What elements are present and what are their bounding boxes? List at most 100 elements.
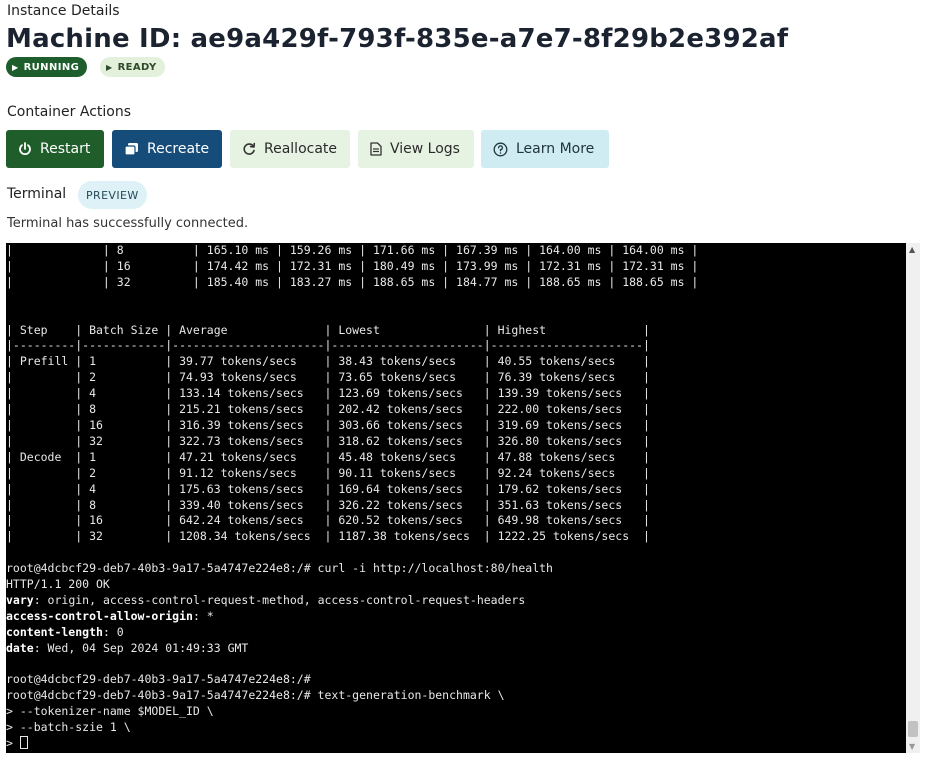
terminal-line-text: : *	[192, 608, 214, 623]
terminal-output: | | 8 | 165.10 ms | 159.26 ms | 171.66 m…	[6, 243, 906, 752]
terminal-line-text: | | 2 | 74.93 tokens/secs | 73.65 tokens…	[6, 370, 650, 385]
terminal-line	[6, 291, 906, 307]
scroll-down-arrow-icon[interactable]: ▼	[909, 742, 915, 751]
terminal-line	[6, 307, 906, 323]
status-badge-ready: ▶ READY	[100, 57, 165, 77]
terminal-line: | | 8 | 165.10 ms | 159.26 ms | 171.66 m…	[6, 243, 906, 259]
terminal-line: | | 16 | 642.24 tokens/secs | 620.52 tok…	[6, 513, 906, 529]
terminal-line-text: > --batch-szie 1 \	[6, 720, 131, 735]
copy-icon	[124, 142, 139, 156]
terminal-line-text: | | 8 | 165.10 ms | 159.26 ms | 171.66 m…	[6, 243, 699, 257]
terminal-line: | | 2 | 91.12 tokens/secs | 90.11 tokens…	[6, 466, 906, 482]
terminal-line: > --batch-szie 1 \	[6, 720, 906, 736]
section-label-container-actions: Container Actions	[7, 104, 132, 120]
header-key: vary	[6, 592, 34, 607]
power-icon	[18, 142, 32, 156]
restart-button-label: Restart	[40, 141, 91, 157]
terminal-line-text	[6, 307, 13, 321]
header-key: content-length	[6, 624, 103, 639]
terminal-cursor	[19, 736, 28, 750]
terminal-line: content-length: 0	[6, 625, 906, 641]
terminal-line-text: | | 16 | 174.42 ms | 172.31 ms | 180.49 …	[6, 258, 699, 273]
terminal-line: access-control-allow-origin: *	[6, 609, 906, 625]
terminal-scrollbar[interactable]: ▲ ▼	[906, 243, 920, 753]
section-label-terminal: Terminal	[7, 186, 67, 202]
terminal-line-text: root@4dcbcf29-deb7-40b3-9a17-5a4747e224e…	[6, 561, 553, 576]
terminal-line-text: : origin, access-control-request-method,…	[33, 592, 526, 607]
terminal-line-text	[6, 545, 13, 559]
terminal-line-text: root@4dcbcf29-deb7-40b3-9a17-5a4747e224e…	[6, 672, 311, 687]
terminal-line-text: | | 16 | 316.39 tokens/secs | 303.66 tok…	[6, 417, 650, 432]
recreate-button-label: Recreate	[147, 141, 210, 157]
preview-badge: PREVIEW	[78, 181, 147, 209]
refresh-icon	[242, 142, 256, 156]
terminal-line: | | 8 | 339.40 tokens/secs | 326.22 toke…	[6, 498, 906, 514]
terminal-line: | | 16 | 174.42 ms | 172.31 ms | 180.49 …	[6, 259, 906, 275]
terminal-line-text: | | 16 | 642.24 tokens/secs | 620.52 tok…	[6, 513, 650, 528]
terminal-line: | | 2 | 74.93 tokens/secs | 73.65 tokens…	[6, 370, 906, 386]
page-title: Machine ID: ae9a429f-793f-835e-a7e7-8f29…	[6, 24, 789, 54]
restart-button[interactable]: Restart	[6, 130, 104, 168]
scrollbar-thumb[interactable]	[908, 721, 918, 737]
terminal-line-text: | | 8 | 215.21 tokens/secs | 202.42 toke…	[6, 402, 650, 417]
terminal-line-text: |---------|------------|----------------…	[6, 338, 650, 353]
learn-more-button-label: Learn More	[516, 141, 595, 157]
status-badge-label: READY	[117, 61, 157, 73]
terminal-status-text: Terminal has successfully connected.	[7, 216, 249, 231]
recreate-button[interactable]: Recreate	[112, 130, 222, 168]
terminal-line-text: HTTP/1.1 200 OK	[6, 577, 110, 592]
header-key: access-control-allow-origin	[6, 608, 193, 623]
terminal-line: | Step | Batch Size | Average | Lowest |…	[6, 323, 906, 339]
terminal-line-text: | | 32 | 322.73 tokens/secs | 318.62 tok…	[6, 433, 650, 448]
terminal-line: | | 8 | 215.21 tokens/secs | 202.42 toke…	[6, 402, 906, 418]
section-label-instance-details: Instance Details	[7, 3, 120, 19]
terminal-line: root@4dcbcf29-deb7-40b3-9a17-5a4747e224e…	[6, 561, 906, 577]
terminal-line: date: Wed, 04 Sep 2024 01:49:33 GMT	[6, 641, 906, 657]
terminal-line: | | 32 | 185.40 ms | 183.27 ms | 188.65 …	[6, 275, 906, 291]
terminal-line-text: >	[6, 736, 20, 751]
help-circle-icon	[493, 142, 508, 157]
terminal-line-text: > --tokenizer-name $MODEL_ID \	[6, 704, 214, 719]
terminal-line-text: | | 32 | 1208.34 tokens/secs | 1187.38 t…	[6, 529, 650, 544]
terminal-line: HTTP/1.1 200 OK	[6, 577, 906, 593]
terminal-line-text: | Decode | 1 | 47.21 tokens/secs | 45.48…	[6, 449, 650, 464]
terminal-line: root@4dcbcf29-deb7-40b3-9a17-5a4747e224e…	[6, 672, 906, 688]
terminal-line: | | 4 | 175.63 tokens/secs | 169.64 toke…	[6, 482, 906, 498]
terminal-line: > --tokenizer-name $MODEL_ID \	[6, 704, 906, 720]
play-icon: ▶	[106, 62, 113, 72]
terminal-line: | | 4 | 133.14 tokens/secs | 123.69 toke…	[6, 386, 906, 402]
terminal-line: | | 32 | 322.73 tokens/secs | 318.62 tok…	[6, 434, 906, 450]
terminal-line: | Decode | 1 | 47.21 tokens/secs | 45.48…	[6, 450, 906, 466]
terminal-line-text: | Step | Batch Size | Average | Lowest |…	[6, 322, 650, 337]
terminal-line-text: : Wed, 04 Sep 2024 01:49:33 GMT	[33, 640, 249, 655]
terminal-line: >	[6, 736, 906, 752]
terminal-line: root@4dcbcf29-deb7-40b3-9a17-5a4747e224e…	[6, 688, 906, 704]
terminal-line: | | 32 | 1208.34 tokens/secs | 1187.38 t…	[6, 529, 906, 545]
terminal-line-text	[6, 291, 13, 305]
learn-more-button[interactable]: Learn More	[481, 130, 609, 168]
view-logs-button[interactable]: View Logs	[358, 130, 474, 168]
terminal-line-text: : 0	[102, 624, 124, 639]
scroll-up-arrow-icon[interactable]: ▲	[909, 245, 915, 254]
terminal-line-text: | | 8 | 339.40 tokens/secs | 326.22 toke…	[6, 497, 650, 512]
terminal-line: vary: origin, access-control-request-met…	[6, 593, 906, 609]
view-logs-button-label: View Logs	[390, 141, 460, 157]
header-key: date	[6, 640, 34, 655]
terminal-line: | | 16 | 316.39 tokens/secs | 303.66 tok…	[6, 418, 906, 434]
terminal-line-text: | | 4 | 133.14 tokens/secs | 123.69 toke…	[6, 386, 650, 401]
terminal-line	[6, 545, 906, 561]
play-icon: ▶	[12, 62, 19, 72]
terminal-line	[6, 657, 906, 673]
terminal-line-text: | | 2 | 91.12 tokens/secs | 90.11 tokens…	[6, 465, 650, 480]
terminal-line-text: root@4dcbcf29-deb7-40b3-9a17-5a4747e224e…	[6, 688, 505, 703]
status-badge-label: RUNNING	[23, 61, 80, 73]
terminal-line: |---------|------------|----------------…	[6, 338, 906, 354]
reallocate-button-label: Reallocate	[264, 141, 338, 157]
terminal-line: | Prefill | 1 | 39.77 tokens/secs | 38.4…	[6, 354, 906, 370]
terminal-line-text	[6, 657, 13, 671]
terminal-line-text: | Prefill | 1 | 39.77 tokens/secs | 38.4…	[6, 354, 650, 369]
reallocate-button[interactable]: Reallocate	[230, 130, 350, 168]
terminal-line-text: | | 4 | 175.63 tokens/secs | 169.64 toke…	[6, 481, 650, 496]
terminal-window[interactable]: | | 8 | 165.10 ms | 159.26 ms | 171.66 m…	[6, 243, 906, 753]
status-badge-running: ▶ RUNNING	[6, 57, 88, 77]
